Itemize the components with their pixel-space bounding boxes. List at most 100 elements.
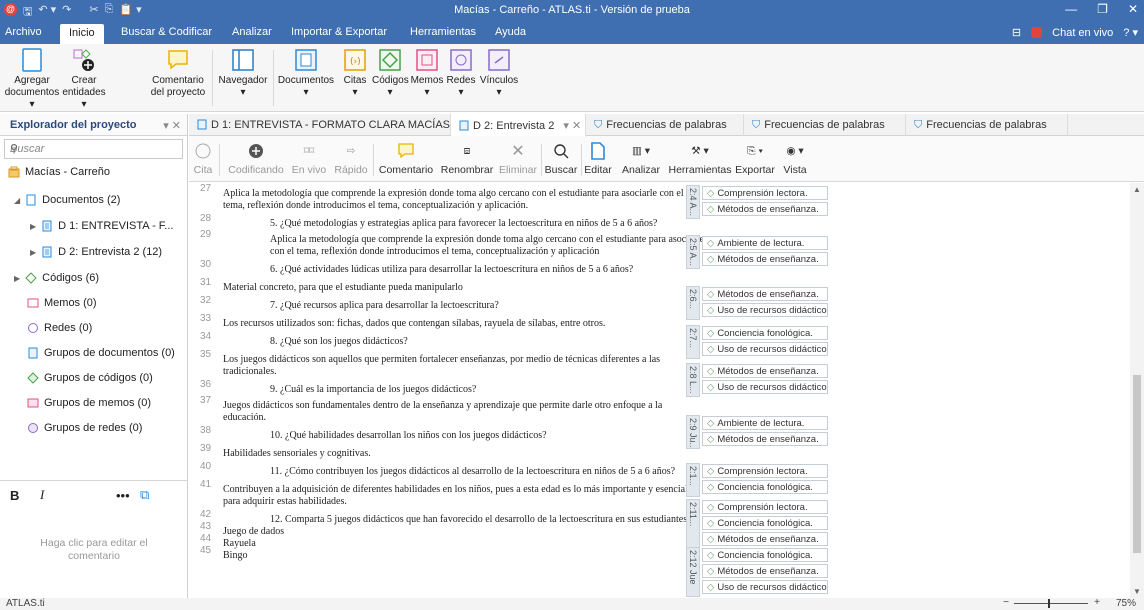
project-comment-button[interactable]: Comentario del proyecto: [148, 48, 208, 99]
code-tag[interactable]: ◇ Uso de recursos didácticos: [702, 342, 828, 356]
quotation-tag[interactable]: 2:8 L...: [686, 363, 700, 397]
chat-icon[interactable]: [1031, 27, 1043, 38]
expand-icon[interactable]: ◢: [14, 196, 20, 205]
tree-doc-2[interactable]: ▶ D 2: Entrevista 2 (12): [30, 246, 162, 258]
quotation-tag[interactable]: 2:11...: [686, 499, 700, 549]
links-manager-button[interactable]: Vínculos ▾: [479, 48, 519, 99]
navigator-button[interactable]: Navegador ▾: [218, 48, 268, 99]
italic-icon[interactable]: I: [40, 487, 70, 503]
codes-manager-button[interactable]: Códigos ▾: [372, 48, 409, 99]
zoom-slider[interactable]: [1014, 599, 1088, 608]
quotation-tag[interactable]: 2:1...: [686, 463, 700, 497]
code-tag[interactable]: ◇ Conciencia fonológica.: [702, 480, 828, 494]
code-tag[interactable]: ◇ Comprensión lectora.: [702, 500, 828, 514]
delete-button[interactable]: ✕ Eliminar: [497, 140, 539, 176]
chat-live-button[interactable]: Chat en vivo: [1052, 27, 1113, 39]
code-tag[interactable]: ◇ Métodos de enseñanza.: [702, 364, 828, 378]
comment-button[interactable]: Comentario: [377, 140, 435, 176]
menu-buscar-codificar[interactable]: Buscar & Codificar: [121, 26, 212, 38]
comment-editor[interactable]: B I ••• ⧉ Haga clic para editar el comen…: [0, 480, 188, 598]
quotation-tag[interactable]: 2:6...: [686, 286, 700, 320]
zoom-in-icon[interactable]: +: [1094, 597, 1100, 608]
menu-inicio[interactable]: Inicio: [60, 24, 104, 44]
menu-herramientas[interactable]: Herramientas: [410, 26, 476, 38]
vertical-scrollbar[interactable]: ▲ ▼: [1130, 183, 1144, 598]
document-content[interactable]: 27 Aplica la metodología que comprende la…: [189, 183, 1144, 598]
documents-manager-button[interactable]: Documentos ▾: [276, 48, 336, 99]
zoom-out-icon[interactable]: −: [1003, 597, 1009, 608]
code-tag[interactable]: ◇ Conciencia fonológica.: [702, 326, 828, 340]
tree-memo-groups[interactable]: Grupos de memos (0): [27, 397, 151, 409]
code-tag[interactable]: ◇ Uso de recursos didácticos: [702, 303, 828, 317]
networks-manager-button[interactable]: Redes ▾: [445, 48, 477, 99]
rename-button[interactable]: ⧈ Renombrar: [437, 140, 497, 177]
quotation-tag[interactable]: 2:5 A...: [686, 235, 700, 269]
tree-document-groups[interactable]: Grupos de documentos (0): [27, 347, 175, 359]
bold-icon[interactable]: B: [10, 488, 40, 503]
minimize-icon[interactable]: —: [1065, 2, 1077, 16]
expand-icon[interactable]: ▶: [14, 274, 20, 283]
tree-memos[interactable]: Memos (0): [27, 297, 97, 309]
memos-manager-button[interactable]: Memos ▾: [410, 48, 444, 99]
tab-word-frequencies-2[interactable]: ⛉ Frecuencias de palabras: [744, 114, 906, 136]
code-tag[interactable]: ◇ Conciencia fonológica.: [702, 516, 828, 530]
scroll-down-icon[interactable]: ▼: [1133, 587, 1141, 596]
scroll-up-icon[interactable]: ▲: [1133, 185, 1141, 194]
edit-button[interactable]: Editar: [583, 140, 613, 176]
quote-button[interactable]: Cita: [191, 140, 215, 176]
code-tag[interactable]: ◇ Ambiente de lectura.: [702, 416, 828, 430]
expand-icon[interactable]: ▶: [30, 248, 36, 257]
code-tag[interactable]: ◇ Métodos de enseñanza.: [702, 532, 828, 546]
search-button[interactable]: Buscar: [543, 140, 579, 176]
more-icon[interactable]: •••: [116, 488, 140, 503]
quick-coding-button[interactable]: ⇨ Rápido: [333, 140, 369, 176]
tree-doc-1[interactable]: ▶ D 1: ENTREVISTA - F...: [30, 220, 173, 232]
tools-button[interactable]: ⚒ ▾ Herramientas: [667, 140, 733, 176]
quotation-tag[interactable]: 2:4 A...: [686, 185, 700, 219]
search-icon[interactable]: ⚲: [10, 142, 177, 155]
tree-project[interactable]: Macías - Carreño: [8, 166, 110, 178]
coding-button[interactable]: Codificando: [225, 140, 287, 176]
code-tag[interactable]: ◇ Métodos de enseñanza.: [702, 564, 828, 578]
view-button[interactable]: ◉ ▾ Vista: [779, 140, 811, 176]
code-tag[interactable]: ◇ Comprensión lectora.: [702, 464, 828, 478]
menu-ayuda[interactable]: Ayuda: [495, 26, 526, 38]
explorer-search-input[interactable]: Buscar ⚲: [4, 139, 183, 159]
close-icon[interactable]: ✕: [1128, 2, 1138, 16]
tree-codes[interactable]: ▶ Códigos (6): [14, 272, 99, 284]
tree-documents[interactable]: ◢ Documentos (2): [14, 194, 120, 206]
menu-importar-exportar[interactable]: Importar & Exportar: [291, 26, 387, 38]
export-button[interactable]: ⎘ ▾ Exportar: [733, 140, 777, 177]
create-entities-button[interactable]: Crear entidades ▾: [60, 48, 108, 111]
quotation-tag[interactable]: 2:7...: [686, 325, 700, 359]
code-tag[interactable]: ◇ Métodos de enseñanza.: [702, 287, 828, 301]
menu-archivo[interactable]: Archivo: [5, 26, 42, 38]
analyze-button[interactable]: ▥ ▾ Analizar: [617, 140, 665, 176]
tab-word-frequencies-1[interactable]: ⛉ Frecuencias de palabras: [586, 114, 744, 136]
code-tag[interactable]: ◇ Comprensión lectora.: [702, 186, 828, 200]
code-tag[interactable]: ◇ Uso de recursos didácticos: [702, 380, 828, 394]
add-documents-button[interactable]: Agregar documentos ▾: [4, 48, 60, 111]
code-tag[interactable]: ◇ Conciencia fonológica.: [702, 548, 828, 562]
code-tag[interactable]: ◇ Uso de recursos didácticos: [702, 580, 828, 594]
quotation-tag[interactable]: 2:9 Ju...: [686, 415, 700, 449]
tab-word-frequencies-3[interactable]: ⛉ Frecuencias de palabras: [906, 114, 1068, 136]
open-editor-icon[interactable]: ⧉: [140, 487, 149, 503]
code-tag[interactable]: ◇ Métodos de enseñanza.: [702, 202, 828, 216]
code-tag[interactable]: ◇ Ambiente de lectura.: [702, 236, 828, 250]
menu-analizar[interactable]: Analizar: [232, 26, 272, 38]
live-coding-button[interactable]: ⌑⌑ En vivo: [289, 140, 329, 176]
tree-code-groups[interactable]: Grupos de códigos (0): [27, 372, 153, 384]
tab-close-icon[interactable]: ▾ ✕: [563, 120, 581, 132]
code-tag[interactable]: ◇ Métodos de enseñanza.: [702, 252, 828, 266]
close-panel-icon[interactable]: ▾ ✕: [163, 119, 181, 132]
layout-icon[interactable]: ⊟: [1012, 26, 1021, 39]
tab-doc-1[interactable]: D 1: ENTREVISTA - FORMATO CLARA MACÍAS (…: [189, 114, 467, 136]
code-tag[interactable]: ◇ Métodos de enseñanza.: [702, 432, 828, 446]
scrollbar-thumb[interactable]: [1133, 375, 1141, 553]
quotation-tag[interactable]: 2:12 Jue: [686, 547, 700, 597]
expand-icon[interactable]: ▶: [30, 222, 36, 231]
tree-network-groups[interactable]: Grupos de redes (0): [27, 422, 142, 434]
tree-networks[interactable]: Redes (0): [27, 322, 92, 334]
quotations-manager-button[interactable]: (›) Citas ▾: [340, 48, 370, 99]
